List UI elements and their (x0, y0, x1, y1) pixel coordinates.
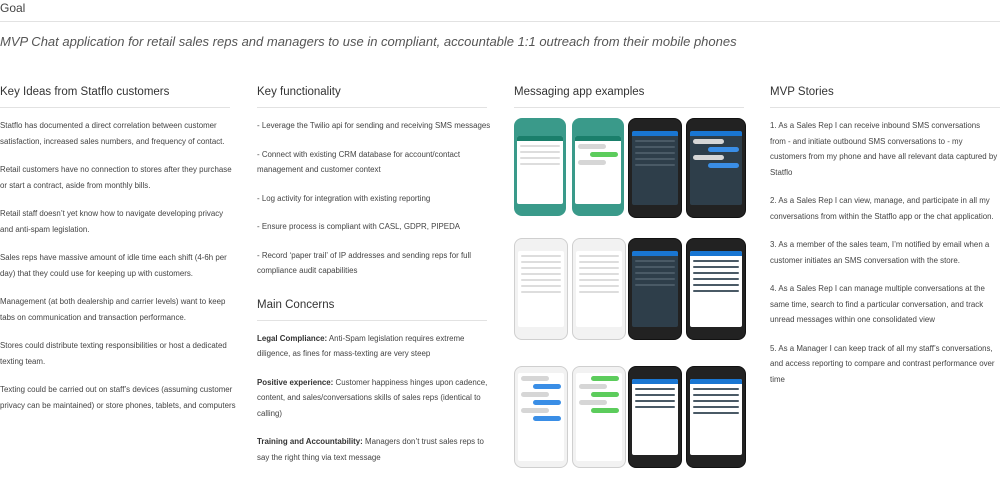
phone-mockup-iphone-dark-form (628, 366, 682, 468)
phone-mockup-ios-contacts-alt (572, 238, 626, 340)
concern-item: Legal Compliance: Anti-Spam legislation … (257, 331, 493, 362)
phone-mockup-android-inbox (686, 238, 746, 340)
key-idea-item: Sales reps have massive amount of idle t… (0, 253, 227, 278)
mvp-stories-divider (770, 107, 1000, 108)
mvp-stories-heading: MVP Stories (770, 86, 834, 98)
phone-mockup-android-chat (514, 118, 566, 216)
key-ideas-divider (0, 107, 230, 108)
goal-statement: MVP Chat application for retail sales re… (0, 34, 737, 49)
phone-mockup-ios-imessage (514, 366, 568, 468)
key-functionality-heading: Key functionality (257, 86, 341, 98)
key-functionality-column: Key functionality - Leverage the Twilio … (257, 84, 493, 478)
messaging-examples-divider (514, 107, 744, 108)
key-idea-item: Statflo has documented a direct correlat… (0, 121, 225, 146)
functionality-item: - Ensure process is compliant with CASL,… (257, 222, 461, 231)
concern-item: Training and Accountability: Managers do… (257, 434, 493, 465)
phone-mockup-android-thread (686, 118, 746, 218)
key-idea-item: Retail customers have no connection to s… (0, 165, 232, 190)
key-ideas-heading: Key Ideas from Statflo customers (0, 86, 170, 98)
mvp-stories-column: MVP Stories 1. As a Sales Rep I can rece… (770, 84, 1000, 400)
key-idea-item: Texting could be carried out on staff’s … (0, 385, 236, 410)
key-idea-item: Stores could distribute texting responsi… (0, 341, 227, 366)
functionality-item: - Leverage the Twilio api for sending an… (257, 121, 491, 130)
functionality-item: - Connect with existing CRM database for… (257, 149, 461, 175)
functionality-item: - Log activity for integration with exis… (257, 193, 431, 203)
phone-mockup-iphone-dark-detail (686, 366, 746, 468)
mvp-story-item: 2. As a Sales Rep I can view, manage, an… (770, 196, 994, 221)
key-idea-item: Retail staff doesn’t yet know how to nav… (0, 209, 224, 234)
phone-mockup-android-conversations (628, 238, 682, 340)
mvp-story-item: 3. As a member of the sales team, I’m no… (770, 240, 990, 265)
phone-mockup-ios-contacts (514, 238, 568, 340)
key-functionality-divider (257, 107, 487, 108)
phone-mockup-android-list (628, 118, 682, 218)
mvp-story-item: 4. As a Sales Rep I can manage multiple … (770, 284, 985, 324)
phone-mockup-ios-sms (572, 366, 626, 468)
functionality-item: - Record ‘paper trail’ of IP addresses a… (257, 250, 472, 276)
goal-label: Goal (0, 1, 26, 15)
concern-title: Positive experience: (257, 377, 334, 387)
goal-divider (0, 21, 1000, 22)
concern-item: Positive experience: Customer happiness … (257, 375, 493, 422)
concern-title: Legal Compliance: (257, 333, 328, 343)
mvp-story-item: 5. As a Manager I can keep track of all … (770, 343, 995, 384)
phone-mockup-android-message (572, 118, 624, 216)
main-concerns-divider (257, 319, 487, 321)
phone-mockup-grid (514, 118, 746, 498)
concern-title: Training and Accountability: (257, 437, 363, 446)
mvp-story-item: 1. As a Sales Rep I can receive inbound … (770, 121, 998, 177)
key-idea-item: Management (at both dealership and carri… (0, 297, 226, 322)
main-concerns-heading: Main Concerns (257, 298, 335, 311)
messaging-examples-heading: Messaging app examples (514, 86, 645, 98)
key-ideas-column: Key Ideas from Statflo customers Statflo… (0, 84, 236, 426)
messaging-examples-column: Messaging app examples (514, 84, 746, 498)
